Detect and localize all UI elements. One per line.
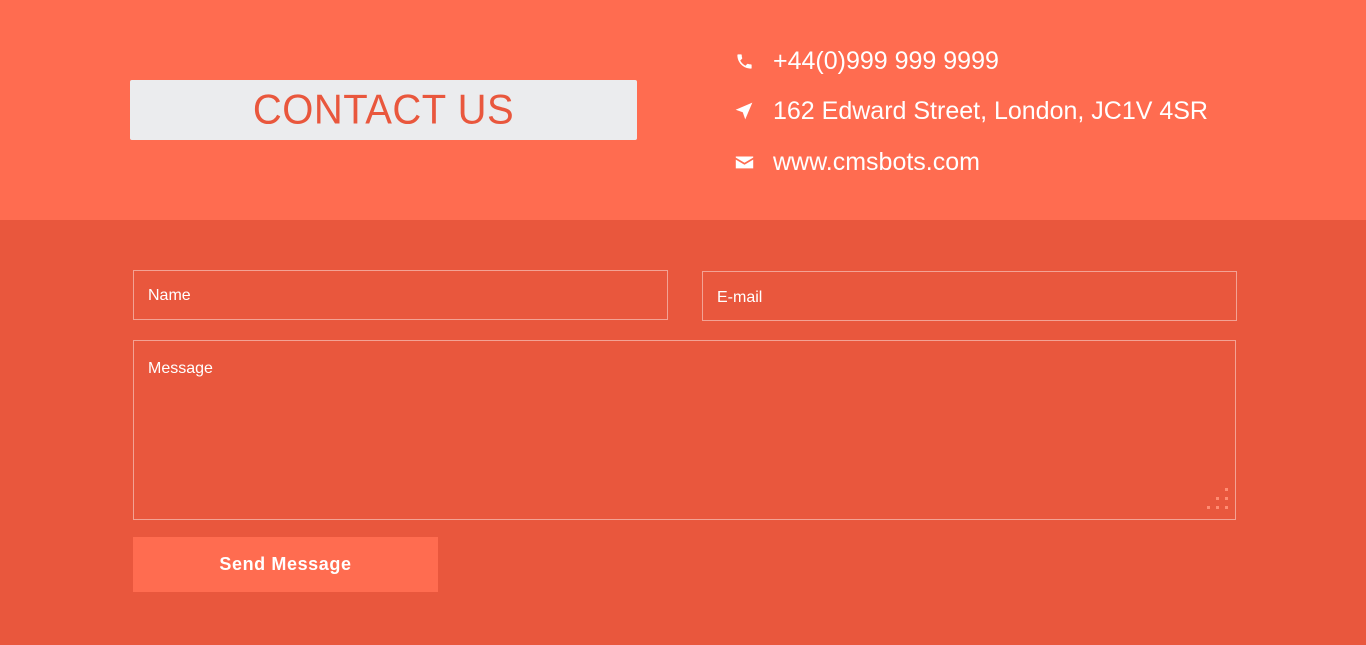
send-message-label: Send Message	[219, 554, 352, 574]
website: www.cmsbots.com	[773, 147, 980, 176]
name-placeholder: Name	[148, 287, 191, 304]
envelope-icon	[734, 152, 754, 172]
phone-number: +44(0)999 999 9999	[773, 46, 999, 75]
email-placeholder: E-mail	[717, 289, 763, 306]
resize-grip-icon[interactable]	[1207, 488, 1229, 512]
contact-info-website: www.cmsbots.com	[734, 147, 980, 177]
page-title: CONTACT US	[252, 86, 515, 133]
contact-title-box: CONTACT US	[130, 80, 637, 140]
email-field[interactable]: E-mail	[702, 271, 1237, 321]
address: 162 Edward Street, London, JC1V 4SR	[773, 96, 1208, 125]
location-arrow-icon	[734, 101, 754, 121]
name-field[interactable]: Name	[133, 270, 668, 320]
message-field[interactable]: Message	[133, 340, 1236, 520]
contact-header-band: CONTACT US +44(0)999 999 9999 162 Edward…	[0, 0, 1366, 220]
phone-icon	[734, 51, 754, 71]
message-placeholder: Message	[148, 360, 213, 377]
contact-info-address: 162 Edward Street, London, JC1V 4SR	[734, 96, 1208, 126]
contact-info-phone: +44(0)999 999 9999	[734, 46, 999, 76]
send-message-button[interactable]: Send Message	[133, 537, 438, 592]
